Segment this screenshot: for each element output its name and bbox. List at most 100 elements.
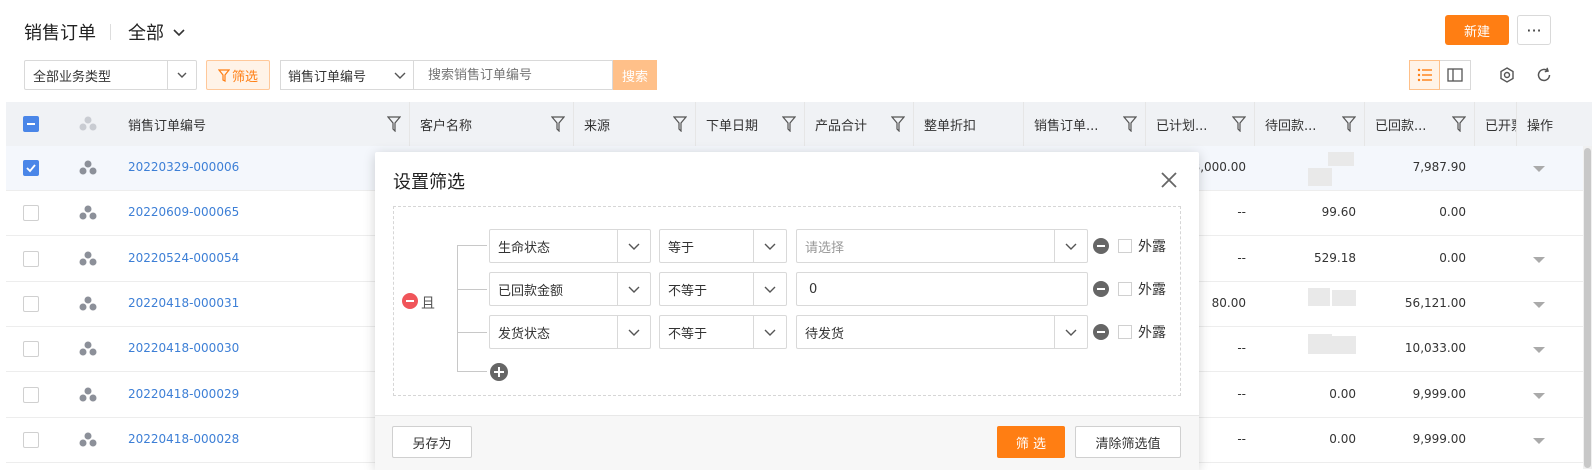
row-action-dropdown[interactable] bbox=[1533, 438, 1545, 444]
filter-icon[interactable] bbox=[672, 116, 688, 136]
filter-dialog: 设置筛选 且 生命状态 等于 请选择 外露 已回款金额 不等于 0 外露 发货状… bbox=[375, 152, 1199, 470]
refresh-icon[interactable] bbox=[1534, 65, 1554, 85]
received-payment-cell: 56,121.00 bbox=[1404, 296, 1466, 310]
chevron-down-icon bbox=[173, 29, 185, 37]
condition-value-input[interactable]: 0 bbox=[796, 272, 1088, 306]
filter-button-label: 筛选 bbox=[231, 69, 258, 85]
group-icon bbox=[79, 296, 97, 316]
filter-icon[interactable] bbox=[1341, 116, 1357, 136]
expose-checkbox[interactable] bbox=[1118, 282, 1132, 296]
filter-icon[interactable] bbox=[890, 116, 906, 136]
column-header[interactable]: 来源 bbox=[574, 102, 696, 146]
pending-payment-cell: 529.18 bbox=[1314, 251, 1356, 265]
order-number-link[interactable]: 20220524-000054 bbox=[128, 251, 239, 265]
tree-line bbox=[457, 245, 458, 371]
view-selector[interactable]: 全部 bbox=[128, 19, 186, 45]
condition-field-select[interactable]: 发货状态 bbox=[489, 315, 651, 349]
column-header[interactable]: 产品合计 bbox=[805, 102, 914, 146]
group-icon bbox=[79, 205, 97, 225]
chevron-down-icon bbox=[617, 273, 650, 305]
search-field-select[interactable]: 销售订单编号 bbox=[280, 60, 413, 90]
row-checkbox[interactable] bbox=[23, 205, 39, 221]
filter-button[interactable]: 筛选 bbox=[206, 60, 270, 90]
row-action-dropdown[interactable] bbox=[1533, 393, 1545, 399]
redacted-cell bbox=[1308, 288, 1330, 306]
chevron-down-icon bbox=[753, 316, 786, 348]
row-checkbox[interactable] bbox=[23, 160, 39, 176]
tree-line bbox=[457, 245, 487, 246]
order-number-link[interactable]: 20220418-000031 bbox=[128, 296, 239, 310]
condition-operator-select[interactable]: 不等于 bbox=[659, 315, 787, 349]
column-header[interactable]: 下单日期 bbox=[696, 102, 805, 146]
received-payment-cell: 0.00 bbox=[1439, 205, 1466, 219]
more-button[interactable]: ··· bbox=[1517, 15, 1551, 45]
business-type-value: 全部业务类型 bbox=[33, 69, 112, 85]
search-button[interactable]: 搜索 bbox=[613, 60, 657, 90]
expose-checkbox[interactable] bbox=[1118, 325, 1132, 339]
filter-icon[interactable] bbox=[386, 116, 402, 136]
received-payment-cell: 10,033.00 bbox=[1404, 341, 1466, 355]
row-checkbox[interactable] bbox=[23, 296, 39, 312]
new-button[interactable]: 新建 bbox=[1445, 15, 1509, 45]
condition-value-select[interactable]: 请选择 bbox=[796, 229, 1088, 263]
pending-payment-cell: 0.00 bbox=[1329, 432, 1356, 446]
clear-filter-button[interactable]: 清除筛选值 bbox=[1075, 426, 1181, 458]
column-header[interactable]: 已开票 bbox=[1475, 102, 1517, 146]
column-header[interactable]: 销售订单编号 bbox=[118, 102, 410, 146]
scrollbar-thumb[interactable] bbox=[1584, 148, 1591, 468]
search-input[interactable] bbox=[413, 60, 613, 90]
condition-operator-select[interactable]: 不等于 bbox=[659, 272, 787, 306]
column-header[interactable]: 已回款... bbox=[1365, 102, 1475, 146]
column-header[interactable]: 客户名称 bbox=[410, 102, 574, 146]
row-checkbox[interactable] bbox=[23, 387, 39, 403]
close-icon[interactable] bbox=[1158, 169, 1180, 191]
remove-condition-icon[interactable] bbox=[1093, 281, 1109, 297]
chevron-down-icon bbox=[753, 273, 786, 305]
settings-icon[interactable] bbox=[1497, 65, 1517, 85]
add-condition-icon[interactable] bbox=[490, 363, 508, 381]
row-action-dropdown[interactable] bbox=[1533, 302, 1545, 308]
remove-condition-icon[interactable] bbox=[1093, 324, 1109, 340]
pending-payment-cell: 99.60 bbox=[1321, 205, 1356, 219]
condition-field-select[interactable]: 已回款金额 bbox=[489, 272, 651, 306]
select-all-checkbox[interactable] bbox=[23, 116, 39, 132]
filter-icon bbox=[217, 68, 230, 82]
filter-icon[interactable] bbox=[1231, 116, 1247, 136]
order-number-link[interactable]: 20220329-000006 bbox=[128, 160, 239, 174]
received-payment-cell: 9,999.00 bbox=[1412, 387, 1466, 401]
condition-field-select[interactable]: 生命状态 bbox=[489, 229, 651, 263]
split-panel-icon bbox=[1447, 68, 1463, 82]
apply-filter-button[interactable]: 筛 选 bbox=[997, 426, 1065, 458]
chevron-down-icon bbox=[167, 61, 196, 89]
order-number-link[interactable]: 20220418-000030 bbox=[128, 341, 239, 355]
filter-icon[interactable] bbox=[550, 116, 566, 136]
business-type-select[interactable]: 全部业务类型 bbox=[24, 60, 197, 90]
condition-operator-select[interactable]: 等于 bbox=[659, 229, 787, 263]
remove-condition-icon[interactable] bbox=[1093, 238, 1109, 254]
expose-checkbox[interactable] bbox=[1118, 239, 1132, 253]
row-checkbox[interactable] bbox=[23, 341, 39, 357]
condition-value-select[interactable]: 待发货 bbox=[796, 315, 1088, 349]
list-view-toggle[interactable] bbox=[1409, 60, 1440, 90]
row-checkbox[interactable] bbox=[23, 432, 39, 448]
expose-label: 外露 bbox=[1138, 282, 1166, 298]
filter-icon[interactable] bbox=[1122, 116, 1138, 136]
column-header[interactable]: 已计划... bbox=[1146, 102, 1255, 146]
filter-icon[interactable] bbox=[1451, 116, 1467, 136]
column-header[interactable]: 待回款... bbox=[1255, 102, 1365, 146]
column-header[interactable]: 销售订单... bbox=[1024, 102, 1146, 146]
chevron-down-icon bbox=[1054, 230, 1087, 262]
row-action-dropdown[interactable] bbox=[1533, 257, 1545, 263]
order-number-link[interactable]: 20220418-000029 bbox=[128, 387, 239, 401]
remove-group-icon[interactable] bbox=[402, 293, 418, 309]
row-action-dropdown[interactable] bbox=[1533, 166, 1545, 172]
row-checkbox[interactable] bbox=[23, 251, 39, 267]
order-number-link[interactable]: 20220418-000028 bbox=[128, 432, 239, 446]
column-header[interactable]: 整单折扣 bbox=[914, 102, 1024, 146]
filter-icon[interactable] bbox=[781, 116, 797, 136]
row-action-dropdown[interactable] bbox=[1533, 347, 1545, 353]
split-view-toggle[interactable] bbox=[1440, 60, 1471, 90]
list-icon bbox=[1417, 68, 1432, 82]
order-number-link[interactable]: 20220609-000065 bbox=[128, 205, 239, 219]
save-as-button[interactable]: 另存为 bbox=[392, 426, 472, 458]
